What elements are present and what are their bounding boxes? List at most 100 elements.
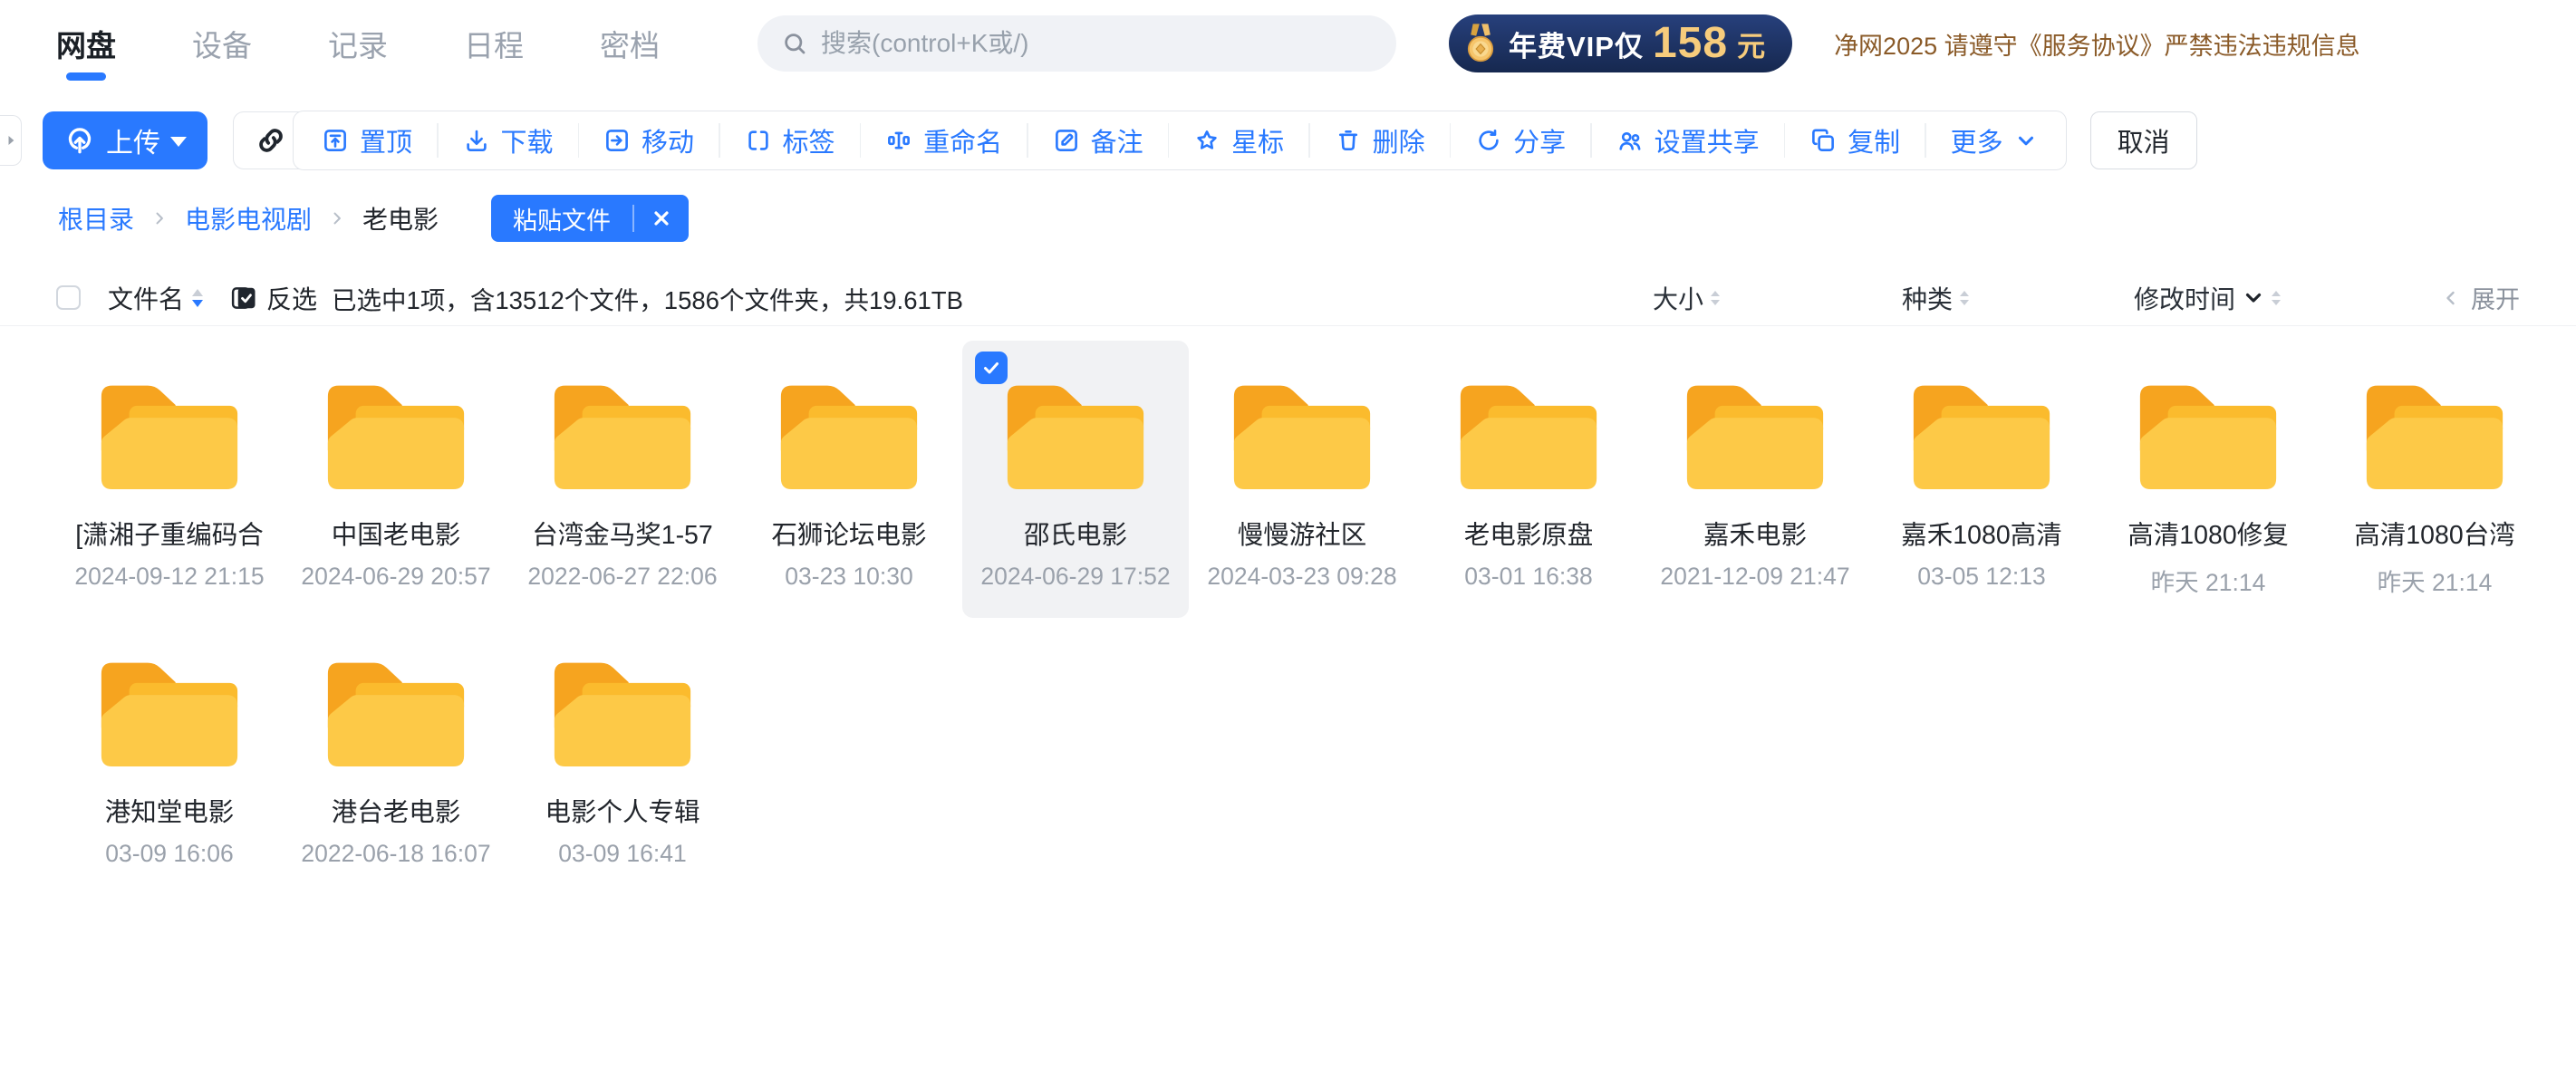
toolbar-action-share[interactable]: 分享 xyxy=(1451,111,1590,169)
invert-selection-button[interactable]: 反选 xyxy=(230,280,317,316)
star-icon xyxy=(1193,127,1220,154)
vip-price: 158 xyxy=(1653,22,1728,65)
chevron-right-icon xyxy=(2,131,20,149)
nav-item-label: 网盘 xyxy=(56,29,116,63)
cancel-button[interactable]: 取消 xyxy=(2090,111,2197,169)
nav-item-label: 设备 xyxy=(192,29,252,63)
breadcrumb-current: 老电影 xyxy=(362,200,439,236)
list-header: 文件名 反选 已选中1项，含13512个文件，1586个文件夹，共19.61TB… xyxy=(0,270,2576,326)
folder-date: 2024-09-12 21:15 xyxy=(74,563,264,591)
toolbar-action-more[interactable]: 更多 xyxy=(1926,111,2062,169)
folder-grid: [潇湘子重编码合 2024-09-12 21:15 中国老电影 2024-06-… xyxy=(0,326,2548,895)
folder-tile[interactable]: 高清1080台湾 昨天 21:14 xyxy=(2321,341,2548,618)
folder-tile[interactable]: 港台老电影 2022-06-18 16:07 xyxy=(283,618,509,895)
folder-tile[interactable]: 老电影原盘 03-01 16:38 xyxy=(1415,341,1642,618)
copy-icon xyxy=(1809,127,1837,154)
folder-date: 昨天 21:14 xyxy=(2151,563,2266,598)
sort-by-name[interactable]: 文件名 xyxy=(108,280,203,316)
toolbar-action-rename[interactable]: 重命名 xyxy=(861,111,1027,169)
toolbar-action-note[interactable]: 备注 xyxy=(1028,111,1168,169)
breadcrumb-separator-icon xyxy=(328,209,346,227)
link-icon xyxy=(254,123,288,158)
folder-name: 石狮论坛电影 xyxy=(771,515,926,552)
folder-name: 电影个人专辑 xyxy=(545,792,699,829)
people-icon xyxy=(1616,127,1644,154)
toolbar-action-pin[interactable]: 置顶 xyxy=(297,111,437,169)
toolbar-action-copy[interactable]: 复制 xyxy=(1785,111,1925,169)
chevron-left-icon xyxy=(2440,287,2462,309)
toolbar-action-delete[interactable]: 删除 xyxy=(1310,111,1450,169)
folder-tile[interactable]: [潇湘子重编码合 2024-09-12 21:15 xyxy=(56,341,283,618)
sort-arrows-icon xyxy=(1960,291,1969,305)
top-bar: 网盘 设备 记录 日程 密档 xyxy=(0,0,2576,87)
folder-tile[interactable]: 电影个人专辑 03-09 16:41 xyxy=(509,618,736,895)
toolbar: 上传 置顶 下载 移动 xyxy=(0,111,2576,170)
folder-tile[interactable]: 港知堂电影 03-09 16:06 xyxy=(56,618,283,895)
folder-name: 港知堂电影 xyxy=(105,792,235,829)
nav-item[interactable]: 日程 xyxy=(464,22,524,65)
sidebar-expand-button[interactable] xyxy=(0,115,22,166)
folder-icon xyxy=(92,373,247,500)
folder-name: 嘉禾电影 xyxy=(1703,515,1807,552)
upload-label: 上传 xyxy=(106,120,160,160)
toolbar-action-tag[interactable]: 标签 xyxy=(720,111,860,169)
vip-banner-text: 年费VIP仅 xyxy=(1509,24,1644,64)
select-all-checkbox[interactable] xyxy=(56,285,81,310)
nav-item[interactable]: 密档 xyxy=(600,22,660,65)
folder-tile[interactable]: 嘉禾电影 2021-12-09 21:47 xyxy=(1642,341,1868,618)
nav-item[interactable]: 记录 xyxy=(328,22,388,65)
toolbar-action-share-settings[interactable]: 设置共享 xyxy=(1592,111,1784,169)
move-icon xyxy=(603,127,631,154)
toolbar-action-star[interactable]: 星标 xyxy=(1169,111,1308,169)
sort-arrows-icon xyxy=(2272,291,2281,305)
folder-icon xyxy=(1451,373,1606,500)
close-icon[interactable] xyxy=(634,207,689,229)
toolbar-action-download[interactable]: 下载 xyxy=(439,111,578,169)
folder-tile[interactable]: 嘉禾1080高清 03-05 12:13 xyxy=(1868,341,2095,618)
search-box[interactable] xyxy=(757,15,1396,72)
upload-cloud-icon xyxy=(63,124,96,157)
toolbar-action-move[interactable]: 移动 xyxy=(579,111,719,169)
folder-icon xyxy=(2130,373,2286,500)
folder-date: 03-23 10:30 xyxy=(785,563,912,591)
folder-icon xyxy=(2357,373,2513,500)
folder-tile[interactable]: 慢慢游社区 2024-03-23 09:28 xyxy=(1189,341,1415,618)
folder-icon xyxy=(1677,373,1833,500)
folder-icon xyxy=(318,650,474,777)
folder-name: 邵氏电影 xyxy=(1024,515,1127,552)
folder-icon xyxy=(998,373,1153,500)
folder-tile[interactable]: 邵氏电影 2024-06-29 17:52 xyxy=(962,341,1189,618)
folder-date: 昨天 21:14 xyxy=(2378,563,2493,598)
sort-by-size[interactable]: 大小 xyxy=(1559,280,1813,316)
folder-date: 03-09 16:41 xyxy=(558,840,686,868)
folder-tile[interactable]: 高清1080修复 昨天 21:14 xyxy=(2095,341,2321,618)
search-input[interactable] xyxy=(821,29,1328,58)
sort-by-type[interactable]: 种类 xyxy=(1813,280,2058,316)
paste-files-button[interactable]: 粘贴文件 xyxy=(491,195,689,242)
pin-top-icon xyxy=(322,127,349,154)
vip-banner[interactable]: 年费VIP仅 158 元 xyxy=(1449,14,1792,72)
breadcrumb-root[interactable]: 根目录 xyxy=(58,200,134,236)
selected-checkbox[interactable] xyxy=(975,352,1008,384)
sort-arrows-icon xyxy=(1711,291,1720,305)
sort-by-mtime[interactable]: 修改时间 xyxy=(2058,280,2357,316)
expand-panel-button[interactable]: 展开 xyxy=(2357,280,2520,315)
nav-item[interactable]: 网盘 xyxy=(56,22,116,65)
folder-tile[interactable]: 石狮论坛电影 03-23 10:30 xyxy=(736,341,962,618)
folder-icon xyxy=(545,650,700,777)
folder-name: 港台老电影 xyxy=(332,792,461,829)
nav-item[interactable]: 设备 xyxy=(192,22,252,65)
folder-date: 03-05 12:13 xyxy=(1917,563,2045,591)
folder-date: 2022-06-18 16:07 xyxy=(301,840,490,868)
nav-item-label: 日程 xyxy=(464,29,524,63)
folder-tile[interactable]: 台湾金马奖1-57 2022-06-27 22:06 xyxy=(509,341,736,618)
folder-tile[interactable]: 中国老电影 2024-06-29 20:57 xyxy=(283,341,509,618)
breadcrumb-movies[interactable]: 电影电视剧 xyxy=(185,200,312,236)
share-icon xyxy=(1475,127,1502,154)
folder-icon xyxy=(92,650,247,777)
folder-date: 2024-06-29 20:57 xyxy=(301,563,490,591)
primary-nav: 网盘 设备 记录 日程 密档 xyxy=(56,22,660,65)
folder-name: [潇湘子重编码合 xyxy=(75,515,263,552)
upload-button[interactable]: 上传 xyxy=(43,111,207,169)
folder-name: 嘉禾1080高清 xyxy=(1901,515,2061,552)
